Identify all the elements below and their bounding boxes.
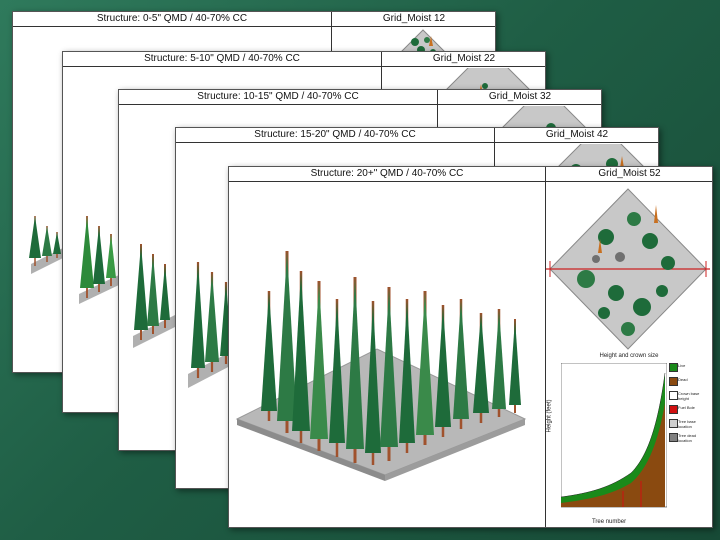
structure-label: Structure: 10-15" QMD / 40-70% CC (197, 91, 359, 102)
plot-label: Grid_Moist 42 (494, 128, 658, 142)
legend-item: Fuel Bole (669, 405, 711, 419)
plot-label: Grid_Moist 12 (331, 12, 495, 26)
legend-item: Tree dead location (669, 433, 711, 447)
overhead-map (546, 188, 710, 350)
stand-visualization (188, 262, 234, 388)
slide-header: Structure: 10-15" QMD / 40-70% CC Grid_M… (119, 90, 601, 105)
structure-label: Structure: 5-10" QMD / 40-70% CC (144, 53, 300, 64)
chart-legend: Live Dead Crown base height Fuel Bole Tr… (669, 363, 711, 447)
slide-header: Structure: 5-10" QMD / 40-70% CC Grid_Mo… (63, 52, 545, 67)
slide-card-5[interactable]: Structure: 20+" QMD / 40-70% CC Grid_Moi… (228, 166, 713, 528)
x-axis-label: Tree number (591, 519, 627, 525)
plot-label: Grid_Moist 32 (437, 90, 601, 104)
legend-item: Tree base location (669, 419, 711, 433)
stand-visualization (235, 251, 527, 481)
plot-label: Grid_Moist 52 (545, 167, 712, 181)
structure-label: Structure: 15-20" QMD / 40-70% CC (254, 129, 416, 140)
slide-header: Structure: 0-5" QMD / 40-70% CC Grid_Moi… (13, 12, 495, 27)
stand-visualization (79, 216, 121, 304)
structure-label: Structure: 0-5" QMD / 40-70% CC (96, 13, 248, 24)
slide-header: Structure: 20+" QMD / 40-70% CC Grid_Moi… (229, 167, 712, 182)
slide-header: Structure: 15-20" QMD / 40-70% CC Grid_M… (176, 128, 658, 143)
structure-label: Structure: 20+" QMD / 40-70% CC (310, 168, 464, 179)
chart-plot-area (561, 363, 667, 508)
legend-item: Crown base height (669, 391, 711, 405)
tree-group (134, 244, 170, 340)
tree-group (191, 262, 232, 378)
stand-visualization (133, 244, 177, 348)
plot-label: Grid_Moist 22 (381, 52, 545, 66)
y-axis-label: Height (feet) (546, 399, 553, 433)
height-crown-chart: Height and crown size Height (feet) Tree… (547, 353, 711, 525)
legend-item: Dead (669, 377, 711, 391)
legend-item: Live (669, 363, 711, 377)
chart-title: Height and crown size (599, 353, 659, 359)
